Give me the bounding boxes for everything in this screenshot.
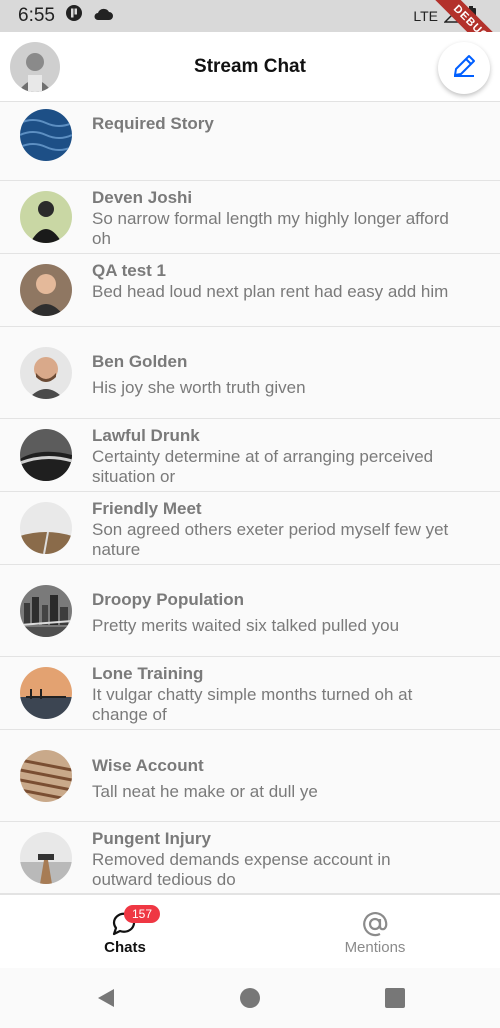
page-title: Stream Chat <box>194 55 306 77</box>
channel-item-pungent-injury[interactable]: Pungent Injury Removed demands expense a… <box>0 822 500 894</box>
channel-avatar <box>20 832 72 884</box>
back-icon[interactable] <box>94 986 118 1010</box>
channel-item-deven-joshi[interactable]: Deven Joshi So narrow formal length my h… <box>0 181 500 254</box>
channel-name: Deven Joshi <box>92 188 193 207</box>
channel-message-preview: So narrow formal length my highly longer… <box>92 209 449 248</box>
channel-list[interactable]: Required Story Deven Joshi So narrow for… <box>0 102 500 894</box>
channel-message-preview: His joy she worth truth given <box>92 378 306 397</box>
channel-item-droopy-population[interactable]: Droopy Population Pretty merits waited s… <box>0 565 500 657</box>
channel-name: QA test 1 <box>92 261 167 280</box>
channel-name: Lone Training <box>92 664 204 683</box>
tab-chats[interactable]: 157 Chats <box>0 895 250 969</box>
channel-item-required-story[interactable]: Required Story <box>0 102 500 181</box>
user-avatar[interactable] <box>10 42 60 92</box>
system-navigation-bar <box>0 968 500 1028</box>
channel-item-lone-training[interactable]: Lone Training It vulgar chatty simple mo… <box>0 657 500 730</box>
channel-avatar <box>20 429 72 481</box>
at-sign-icon <box>360 909 390 939</box>
channel-name: Pungent Injury <box>92 829 211 848</box>
channel-item-lawful-drunk[interactable]: Lawful Drunk Certainty determine at of a… <box>0 419 500 492</box>
channel-name: Lawful Drunk <box>92 426 200 445</box>
cloud-icon <box>93 5 113 27</box>
channel-name: Required Story <box>92 114 214 133</box>
channel-avatar <box>20 667 72 719</box>
channel-message-preview: Tall neat he make or at dull ye <box>92 782 318 801</box>
channel-item-qa-test-1[interactable]: QA test 1 Bed head loud next plan rent h… <box>0 254 500 327</box>
channel-avatar <box>20 191 72 243</box>
tab-mentions-label: Mentions <box>344 939 406 956</box>
unread-badge: 157 <box>124 905 160 923</box>
compose-button[interactable] <box>438 42 490 94</box>
app-notification-icon <box>65 4 83 28</box>
channel-message-preview: It vulgar chatty simple months turned oh… <box>92 685 413 724</box>
pencil-icon <box>451 53 477 84</box>
recents-icon[interactable] <box>383 986 407 1010</box>
home-icon[interactable] <box>238 986 262 1010</box>
channel-avatar <box>20 750 72 802</box>
channel-name: Wise Account <box>92 756 204 775</box>
battery-icon <box>466 6 476 26</box>
channel-item-ben-golden[interactable]: Ben Golden His joy she worth truth given <box>0 327 500 419</box>
signal-icon <box>443 5 460 26</box>
network-type: LTE <box>413 8 438 24</box>
app-bar: Stream Chat <box>0 32 500 102</box>
bottom-navigation: 157 Chats Mentions <box>0 894 500 968</box>
channel-avatar <box>20 109 72 161</box>
channel-name: Ben Golden <box>92 352 188 371</box>
status-time: 6:55 <box>18 5 55 26</box>
status-bar: 6:55 LTE <box>0 0 500 32</box>
tab-chats-label: Chats <box>104 939 146 956</box>
channel-message-preview: Pretty merits waited six talked pulled y… <box>92 616 400 635</box>
channel-message-preview: Bed head loud next plan rent had easy ad… <box>92 282 449 301</box>
channel-name: Friendly Meet <box>92 499 202 518</box>
channel-item-wise-account[interactable]: Wise Account Tall neat he make or at dul… <box>0 730 500 822</box>
channel-message-preview: Removed demands expense account in outwa… <box>92 850 391 889</box>
channel-name: Droopy Population <box>92 590 245 609</box>
channel-avatar <box>20 264 72 316</box>
tab-mentions[interactable]: Mentions <box>250 895 500 969</box>
channel-avatar <box>20 585 72 637</box>
channel-message-preview: Son agreed others exeter period myself f… <box>92 520 449 559</box>
channel-avatar <box>20 502 72 554</box>
channel-avatar <box>20 347 72 399</box>
channel-item-friendly-meet[interactable]: Friendly Meet Son agreed others exeter p… <box>0 492 500 565</box>
channel-message-preview: Certainty determine at of arranging perc… <box>92 447 434 486</box>
